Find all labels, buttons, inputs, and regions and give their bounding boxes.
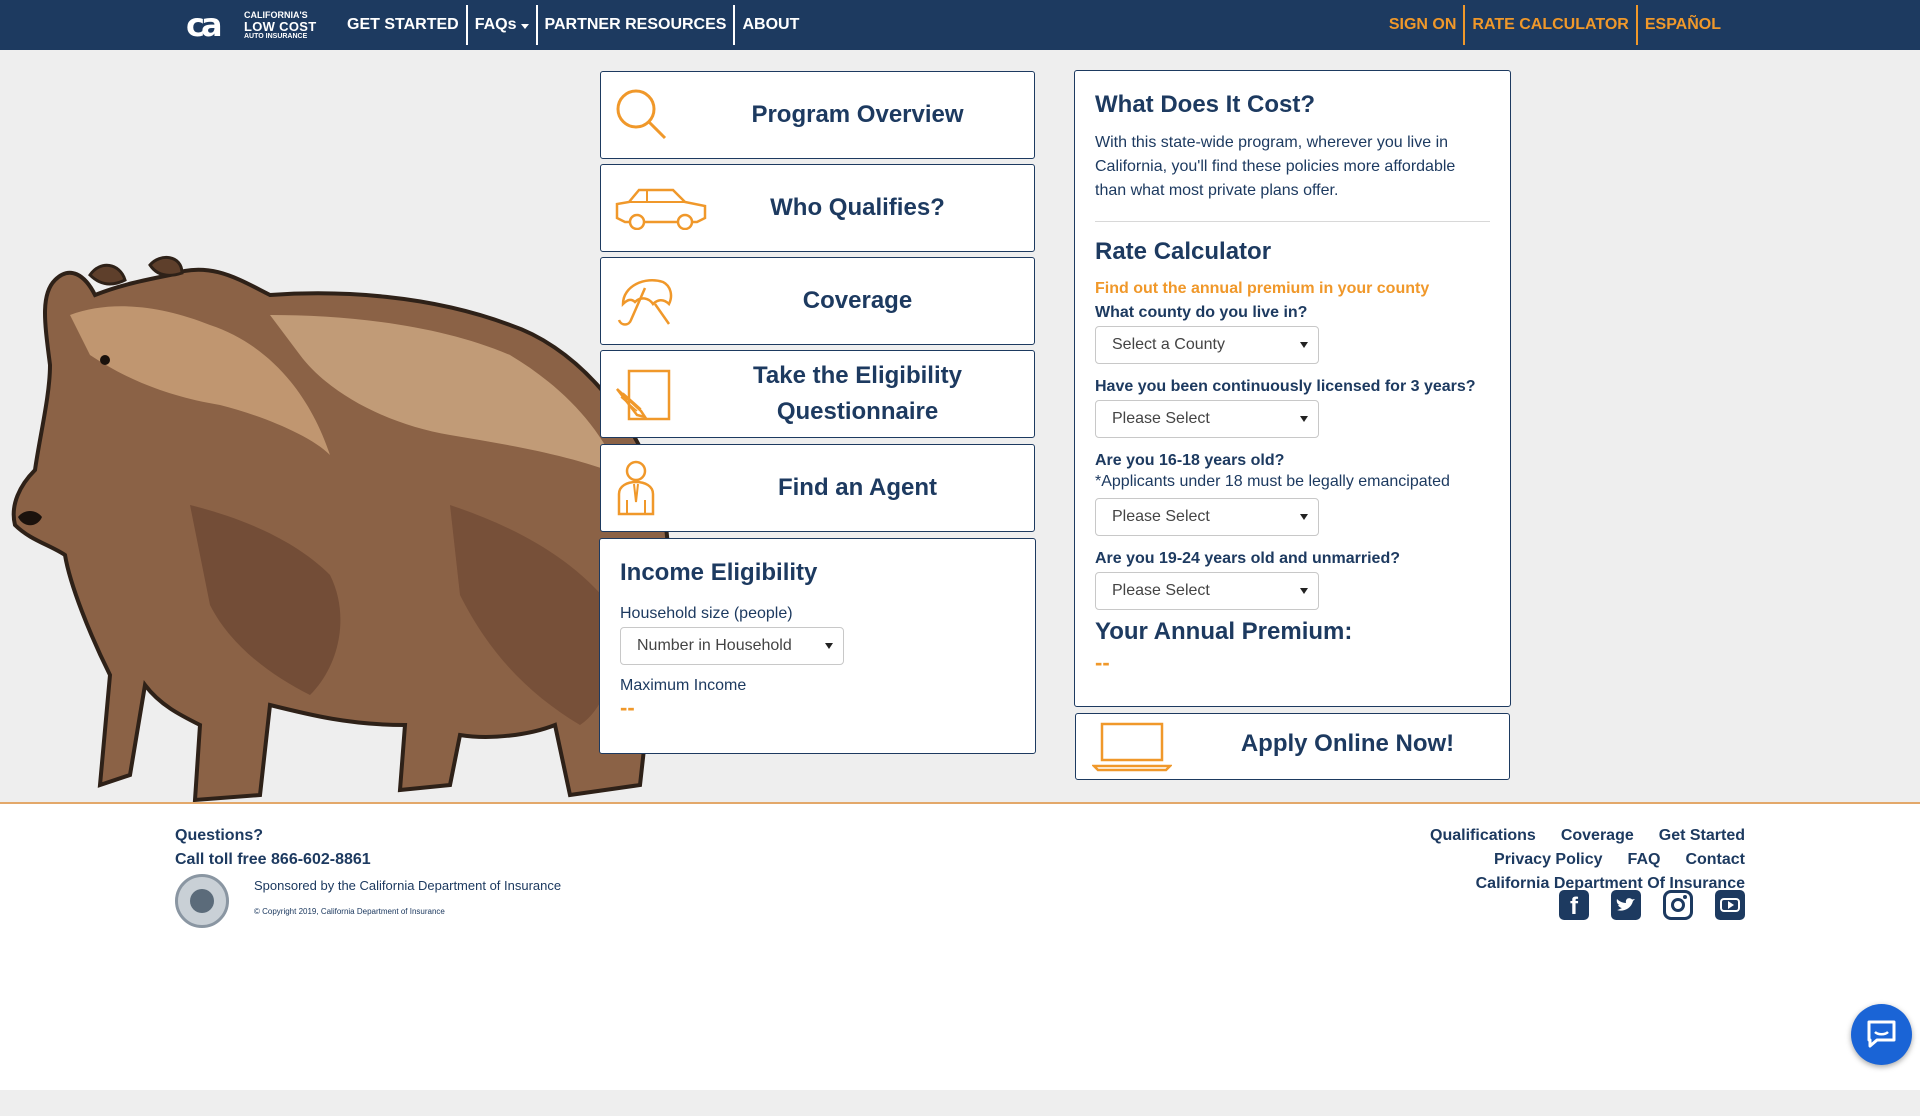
footer-link-get-started[interactable]: Get Started: [1659, 824, 1745, 848]
facebook-icon[interactable]: f: [1559, 890, 1589, 920]
nav-faqs-label: FAQs: [474, 16, 517, 33]
twitter-icon[interactable]: [1611, 890, 1641, 920]
footer-links: Qualifications Coverage Get Started Priv…: [1430, 824, 1745, 896]
licensed-question: Have you been continuously licensed for …: [1095, 378, 1476, 395]
nav-sign-on[interactable]: SIGN ON: [1382, 5, 1464, 45]
apply-online-title: Apply Online Now!: [1240, 730, 1455, 757]
nav-left-links: GET STARTED FAQs PARTNER RESOURCES ABOUT: [340, 5, 806, 45]
annual-premium-title: Your Annual Premium:: [1095, 618, 1353, 645]
county-select[interactable]: Select a County: [1095, 326, 1319, 364]
site-logo[interactable]: ca CALIFORNIA'S LOW COST AUTO INSURANCE: [186, 8, 326, 42]
nav-rate-calculator[interactable]: RATE CALCULATOR: [1465, 5, 1635, 45]
footer-questions: Questions?: [175, 827, 264, 844]
unmarried-question: Are you 19-24 years old and unmarried?: [1095, 550, 1400, 567]
footer: Questions? Call toll free 866-602-8861 Q…: [0, 802, 1920, 1090]
live-chat-button[interactable]: [1851, 1004, 1912, 1065]
footer-link-coverage[interactable]: Coverage: [1561, 824, 1634, 848]
who-qualifies-title: Who Qualifies?: [770, 194, 945, 221]
footer-link-qualifications[interactable]: Qualifications: [1430, 824, 1536, 848]
footer-bottom-bar: [0, 1090, 1920, 1116]
household-size-label: Household size (people): [620, 605, 793, 622]
nav-espanol[interactable]: ESPAÑOL: [1638, 5, 1728, 45]
income-eligibility-panel: Income Eligibility Household size (peopl…: [599, 538, 1036, 754]
who-qualifies-card[interactable]: Who Qualifies?: [600, 164, 1035, 252]
footer-link-contact[interactable]: Contact: [1685, 848, 1745, 872]
logo-line2: LOW COST: [244, 18, 317, 34]
logo-text: CALIFORNIA'S LOW COST AUTO INSURANCE: [244, 10, 317, 40]
find-agent-card[interactable]: Find an Agent: [600, 444, 1035, 532]
apply-online-button[interactable]: Apply Online Now!: [1075, 713, 1510, 780]
nav-about[interactable]: ABOUT: [735, 5, 806, 45]
laptop-icon: [1092, 722, 1172, 772]
chat-bubble-icon: [1867, 1020, 1896, 1048]
logo-line3: AUTO INSURANCE: [244, 32, 308, 40]
age-question: Are you 16-18 years old?: [1095, 452, 1285, 469]
footer-link-faq[interactable]: FAQ: [1628, 848, 1661, 872]
coverage-card[interactable]: Coverage: [600, 257, 1035, 345]
questionnaire-title-line1: Take the Eligibility: [753, 362, 962, 389]
age-note: *Applicants under 18 must be legally ema…: [1095, 473, 1450, 490]
age-select[interactable]: Please Select: [1095, 498, 1319, 536]
youtube-icon[interactable]: [1715, 890, 1745, 920]
nav-get-started[interactable]: GET STARTED: [340, 5, 466, 45]
rate-calculator-title: Rate Calculator: [1095, 238, 1272, 265]
cdi-seal-logo: [175, 874, 229, 928]
nav-faqs-dropdown[interactable]: FAQs: [468, 5, 536, 45]
program-overview-title: Program Overview: [751, 101, 964, 128]
nav-partner-resources[interactable]: PARTNER RESOURCES: [538, 5, 734, 45]
caret-down-icon: [520, 23, 529, 29]
eligibility-questionnaire-title: Take the Eligibility Questionnaire: [691, 358, 1024, 430]
agent-icon: [617, 460, 655, 516]
footer-link-privacy[interactable]: Privacy Policy: [1494, 848, 1603, 872]
rate-calculator-subtitle: Find out the annual premium in your coun…: [1095, 280, 1430, 297]
footer-contact: Questions? Call toll free 866-602-8861: [175, 824, 371, 872]
max-income-value: --: [620, 695, 635, 720]
county-question: What county do you live in?: [1095, 304, 1308, 321]
income-eligibility-title: Income Eligibility: [620, 559, 818, 586]
logo-ca-mark: ca: [186, 6, 223, 44]
instagram-icon[interactable]: [1663, 890, 1693, 920]
cost-panel: What Does It Cost? With this state-wide …: [1074, 70, 1511, 707]
divider: [1095, 221, 1490, 222]
pencil-paper-icon: [616, 369, 671, 421]
coverage-title: Coverage: [802, 287, 913, 314]
find-agent-title: Find an Agent: [777, 474, 938, 501]
questionnaire-title-line2: Questionnaire: [776, 398, 939, 425]
footer-copyright: © Copyright 2019, California Department …: [254, 907, 445, 916]
social-links: f: [1559, 890, 1745, 920]
footer-sponsored: Sponsored by the California Department o…: [254, 878, 562, 893]
bear-illustration: [11, 256, 671, 803]
program-overview-card[interactable]: Program Overview: [600, 71, 1035, 159]
cost-title: What Does It Cost?: [1095, 91, 1315, 118]
licensed-select[interactable]: Please Select: [1095, 400, 1319, 438]
nav-right-links: SIGN ON RATE CALCULATOR ESPAÑOL: [1382, 5, 1728, 45]
unmarried-select[interactable]: Please Select: [1095, 572, 1319, 610]
top-navbar: ca CALIFORNIA'S LOW COST AUTO INSURANCE …: [0, 0, 1920, 50]
magnifier-icon: [616, 89, 667, 140]
eligibility-questionnaire-card[interactable]: Take the Eligibility Questionnaire: [600, 350, 1035, 438]
max-income-label: Maximum Income: [620, 677, 747, 694]
annual-premium-value: --: [1095, 650, 1110, 675]
umbrella-icon: [617, 279, 673, 326]
footer-phone[interactable]: Call toll free 866-602-8861: [175, 848, 371, 872]
cost-description: With this state-wide program, wherever y…: [1095, 134, 1456, 199]
household-size-select[interactable]: Number in Household: [620, 627, 844, 665]
